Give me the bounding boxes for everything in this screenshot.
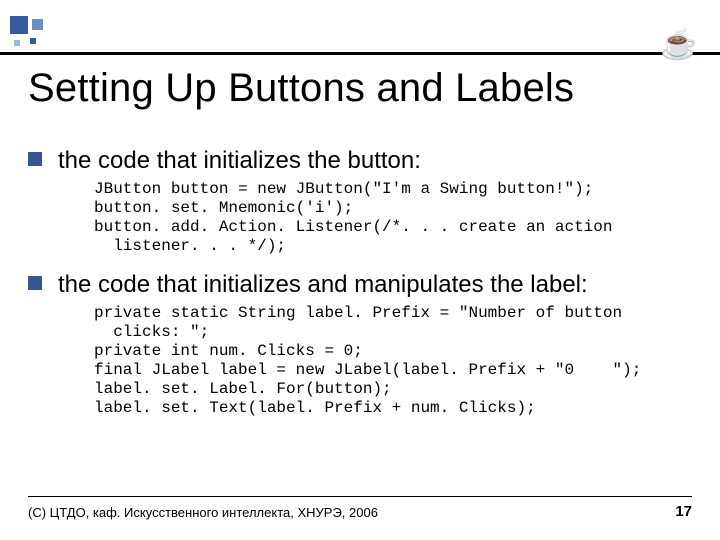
bullet-item: the code that initializes and manipulate… xyxy=(28,270,700,300)
bullet-text: the code that initializes and manipulate… xyxy=(58,270,588,300)
code-block: private static String label. Prefix = "N… xyxy=(94,304,700,418)
header-rule xyxy=(0,52,720,55)
footer-page-number: 17 xyxy=(675,503,692,520)
slide-footer: (С) ЦТДО, каф. Искусственного интеллекта… xyxy=(28,496,692,520)
code-block: JButton button = new JButton("I'm a Swin… xyxy=(94,180,700,256)
bullet-square-icon xyxy=(28,276,42,290)
bullet-item: the code that initializes the button: xyxy=(28,146,700,176)
bullet-text: the code that initializes the button: xyxy=(58,146,421,176)
header-decoration: ☕ xyxy=(0,16,720,56)
bullet-square-icon xyxy=(28,152,42,166)
footer-copyright: (С) ЦТДО, каф. Искусственного интеллекта… xyxy=(28,505,378,520)
slide-title: Setting Up Buttons and Labels xyxy=(28,66,692,111)
slide-content: the code that initializes the button: JB… xyxy=(28,146,700,432)
java-logo-icon: ☕ xyxy=(656,24,702,66)
